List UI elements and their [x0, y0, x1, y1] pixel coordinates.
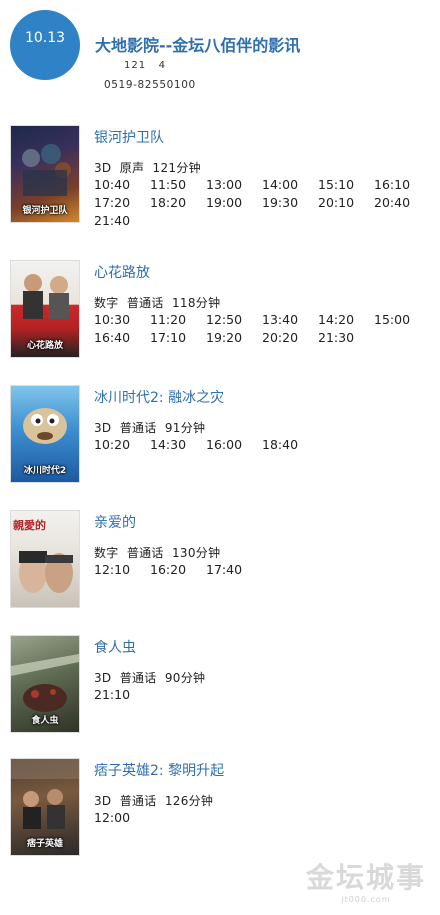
showtimes: 10:30 11:20 12:50 13:40 14:20 15:00 16:4… — [94, 311, 434, 346]
movie-info: 3D 普通话 91分钟 — [94, 421, 206, 435]
showtime[interactable]: 18:40 — [262, 436, 318, 453]
showtime[interactable]: 12:50 — [206, 311, 262, 328]
showtime[interactable]: 14:20 — [318, 311, 374, 328]
showtime[interactable]: 11:50 — [150, 176, 206, 193]
showtime[interactable]: 19:00 — [206, 194, 262, 211]
watermark-url: jt000.com — [341, 895, 391, 904]
poster-title: 食人虫 — [31, 716, 59, 726]
movie-poster[interactable]: 親愛的 — [10, 510, 80, 608]
poster-title: 银河护卫队 — [22, 206, 68, 216]
showtime[interactable]: 10:20 — [94, 436, 150, 453]
movie-title[interactable]: 食人虫 — [94, 637, 136, 657]
showtime[interactable]: 13:40 — [262, 311, 318, 328]
showtime[interactable]: 21:10 — [94, 686, 150, 703]
showtime[interactable]: 15:10 — [318, 176, 374, 193]
movie-info: 3D 原声 121分钟 — [94, 161, 201, 175]
movie-info: 3D 普通话 126分钟 — [94, 794, 214, 808]
movie-item[interactable]: 痞子英雄 痞子英雄2: 黎明升起 3D 普通话 126分钟 12:00 — [10, 758, 430, 858]
showtimes: 12:10 16:20 17:40 — [94, 561, 434, 578]
showtime[interactable]: 19:20 — [206, 329, 262, 346]
date-text: 10.13 — [24, 30, 66, 46]
showtime[interactable]: 13:00 — [206, 176, 262, 193]
movie-item[interactable]: 親愛的 亲爱的 数字 普通话 130分钟 12:10 16:20 17:40 — [10, 510, 430, 610]
movie-title[interactable]: 银河护卫队 — [94, 127, 164, 147]
movie-title[interactable]: 冰川时代2: 融冰之灾 — [94, 387, 224, 407]
movie-item[interactable]: 食人虫 食人虫 3D 普通话 90分钟 21:10 — [10, 635, 430, 735]
movie-info: 3D 普通话 90分钟 — [94, 671, 206, 685]
showtime[interactable]: 20:10 — [318, 194, 374, 211]
movie-poster[interactable]: 食人虫 — [10, 635, 80, 733]
movie-title[interactable]: 亲爱的 — [94, 512, 136, 532]
poster-title: 痞子英雄 — [26, 839, 63, 849]
showtimes: 10:40 11:50 13:00 14:00 15:10 16:10 17:2… — [94, 176, 434, 229]
showtime[interactable]: 17:10 — [150, 329, 206, 346]
showtime[interactable]: 20:40 — [374, 194, 430, 211]
showtime[interactable]: 16:00 — [206, 436, 262, 453]
watermark-text: 金坛城事 — [305, 861, 426, 894]
movie-item[interactable]: 心花路放 心花路放 数字 普通话 118分钟 10:30 11:20 12:50… — [10, 260, 430, 360]
cinema-meta: 121 4 — [124, 60, 166, 71]
poster-title: 冰川时代2 — [23, 466, 67, 476]
movie-item[interactable]: 银河护卫队 银河护卫队 3D 原声 121分钟 10:40 11:50 13:0… — [10, 125, 430, 228]
showtime[interactable]: 10:40 — [94, 176, 150, 193]
cinema-title[interactable]: 大地影院--金坛八佰伴的影讯 — [95, 32, 300, 56]
showtime[interactable]: 14:30 — [150, 436, 206, 453]
showtime[interactable]: 21:30 — [318, 329, 374, 346]
showtime[interactable]: 11:20 — [150, 311, 206, 328]
cinema-phone[interactable]: 0519-82550100 — [104, 79, 196, 91]
movie-poster[interactable]: 心花路放 — [10, 260, 80, 358]
movie-item[interactable]: 冰川时代2 冰川时代2: 融冰之灾 3D 普通话 91分钟 10:20 14:3… — [10, 385, 430, 485]
showtime[interactable]: 15:00 — [374, 311, 430, 328]
movie-poster[interactable]: 冰川时代2 — [10, 385, 80, 483]
movie-poster[interactable]: 银河护卫队 — [10, 125, 80, 223]
showtime[interactable]: 16:10 — [374, 176, 430, 193]
poster-title: 親愛的 — [13, 519, 46, 532]
showtime[interactable]: 21:40 — [94, 212, 150, 229]
movie-poster[interactable]: 痞子英雄 — [10, 758, 80, 856]
showtimes: 12:00 — [94, 809, 434, 826]
showtime[interactable]: 12:10 — [94, 561, 150, 578]
showtime[interactable]: 20:20 — [262, 329, 318, 346]
showtime[interactable]: 16:40 — [94, 329, 150, 346]
movie-info: 数字 普通话 130分钟 — [94, 546, 221, 560]
showtime[interactable]: 16:20 — [150, 561, 206, 578]
showtime[interactable]: 10:30 — [94, 311, 150, 328]
showtimes: 10:20 14:30 16:00 18:40 — [94, 436, 434, 453]
watermark-logo: 金坛城事 jt000.com — [300, 861, 432, 911]
showtime[interactable]: 18:20 — [150, 194, 206, 211]
showtimes: 21:10 — [94, 686, 434, 703]
showtime[interactable]: 17:40 — [206, 561, 262, 578]
movie-info: 数字 普通话 118分钟 — [94, 296, 221, 310]
poster-title: 心花路放 — [26, 341, 63, 351]
date-badge: 10.13 — [10, 10, 80, 80]
movie-title[interactable]: 心花路放 — [94, 262, 150, 282]
showtime[interactable]: 14:00 — [262, 176, 318, 193]
showtime[interactable]: 19:30 — [262, 194, 318, 211]
showtime[interactable]: 17:20 — [94, 194, 150, 211]
movie-title[interactable]: 痞子英雄2: 黎明升起 — [94, 760, 224, 780]
showtime[interactable]: 12:00 — [94, 809, 150, 826]
